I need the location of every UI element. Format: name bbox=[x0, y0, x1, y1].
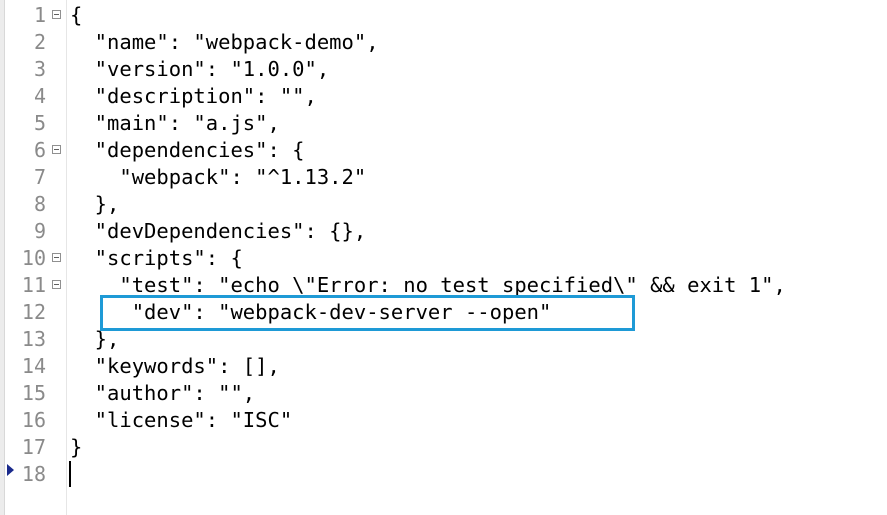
code-line[interactable]: 16 "license": "ISC" bbox=[0, 407, 887, 434]
line-text: "dependencies": { bbox=[70, 138, 305, 162]
line-number: 16 bbox=[21, 408, 46, 432]
line-number: 14 bbox=[21, 354, 46, 378]
text-cursor bbox=[69, 461, 71, 487]
code-line[interactable]: 15 "author": "", bbox=[0, 380, 887, 407]
line-text: "license": "ISC" bbox=[70, 408, 293, 432]
code-line[interactable]: 3 "version": "1.0.0", bbox=[0, 56, 887, 83]
code-line-current[interactable]: 18 bbox=[0, 461, 887, 488]
code-line[interactable]: 9 "devDependencies": {}, bbox=[0, 218, 887, 245]
line-number: 5 bbox=[33, 111, 46, 135]
line-number: 15 bbox=[21, 381, 46, 405]
fold-collapse-icon[interactable] bbox=[52, 253, 61, 262]
line-number: 8 bbox=[33, 192, 46, 216]
line-text: "main": "a.js", bbox=[70, 111, 280, 135]
code-line[interactable]: 17 } bbox=[0, 434, 887, 461]
code-line[interactable]: 2 "name": "webpack-demo", bbox=[0, 29, 887, 56]
code-line[interactable]: 8 }, bbox=[0, 191, 887, 218]
code-line[interactable]: 4 "description": "", bbox=[0, 83, 887, 110]
code-line[interactable]: 7 "webpack": "^1.13.2" bbox=[0, 164, 887, 191]
fold-collapse-icon[interactable] bbox=[52, 280, 61, 289]
code-line[interactable]: 6 "dependencies": { bbox=[0, 137, 887, 164]
line-number: 17 bbox=[21, 435, 46, 459]
line-text: }, bbox=[70, 192, 120, 216]
code-line[interactable]: 5 "main": "a.js", bbox=[0, 110, 887, 137]
line-text: "devDependencies": {}, bbox=[70, 219, 367, 243]
fold-collapse-icon[interactable] bbox=[52, 145, 61, 154]
current-line-marker-icon bbox=[7, 464, 14, 476]
line-number: 10 bbox=[21, 246, 46, 270]
line-number: 6 bbox=[33, 138, 46, 162]
line-number: 4 bbox=[33, 84, 46, 108]
line-number: 1 bbox=[33, 3, 46, 27]
line-text: "description": "", bbox=[70, 84, 317, 108]
code-line[interactable]: 1 { bbox=[0, 2, 887, 29]
line-text: "version": "1.0.0", bbox=[70, 57, 330, 81]
line-text: { bbox=[70, 3, 83, 27]
line-text: "webpack": "^1.13.2" bbox=[70, 165, 367, 189]
line-number: 3 bbox=[33, 57, 46, 81]
code-editor[interactable]: 1 { 2 "name": "webpack-demo", 3 "version… bbox=[0, 0, 887, 515]
line-text: "author": "", bbox=[70, 381, 256, 405]
line-number: 11 bbox=[21, 273, 46, 297]
line-text: "name": "webpack-demo", bbox=[70, 30, 379, 54]
line-text: "scripts": { bbox=[70, 246, 243, 270]
line-number: 2 bbox=[33, 30, 46, 54]
line-text: } bbox=[70, 435, 83, 459]
line-number: 13 bbox=[21, 327, 46, 351]
fold-collapse-icon[interactable] bbox=[52, 10, 61, 19]
line-number: 12 bbox=[21, 300, 46, 324]
code-line[interactable]: 14 "keywords": [], bbox=[0, 353, 887, 380]
code-line[interactable]: 10 "scripts": { bbox=[0, 245, 887, 272]
line-text: "keywords": [], bbox=[70, 354, 280, 378]
line-number: 9 bbox=[33, 219, 46, 243]
highlight-annotation-box bbox=[100, 295, 635, 331]
line-number: 7 bbox=[33, 165, 46, 189]
